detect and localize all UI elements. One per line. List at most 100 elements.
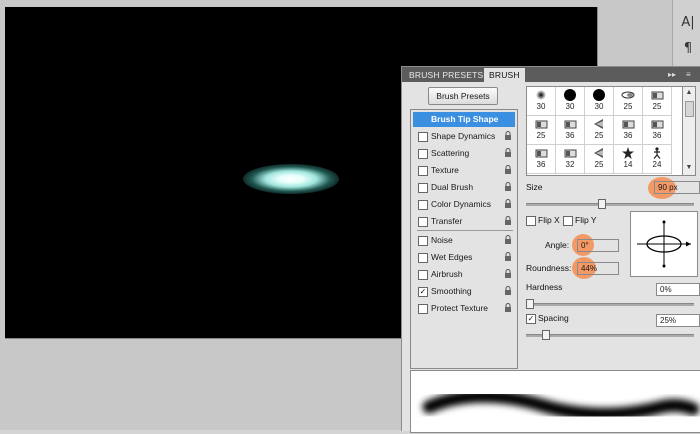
option-scattering[interactable]: Scattering [413,146,515,161]
option-protect-texture[interactable]: Protect Texture [413,301,515,316]
scroll-thumb[interactable] [685,101,694,117]
stroke-preview-graphic [411,371,700,432]
brush-panel: BRUSH PRESETS BRUSH ▸▸ ≡ Brush Presets B… [401,66,700,431]
option-checkbox[interactable] [418,166,428,176]
bristle-icon [649,89,665,101]
brush-tip-cell[interactable]: 30 [585,87,614,116]
bristle-icon [562,147,578,159]
spacing-slider-track[interactable] [526,334,694,337]
brush-tip-cell[interactable]: 30 [556,87,585,116]
brush-tip-cell[interactable]: 24 [643,145,672,174]
brush-tip-cell[interactable]: 25 [585,116,614,145]
option-checkbox[interactable] [418,149,428,159]
brush-tip-cell[interactable]: 25 [585,145,614,174]
flip-x-checkbox[interactable] [526,216,536,226]
size-slider-thumb[interactable] [598,199,606,209]
brush-tip-cell[interactable]: 30 [527,87,556,116]
angle-field[interactable]: 0° [577,239,619,252]
paragraph-icon[interactable]: ¶ [679,40,697,58]
figure-icon [649,147,665,159]
option-noise[interactable]: Noise [413,233,515,248]
roundness-field[interactable]: 44% [577,262,619,275]
brush-tip-cell[interactable]: 25 [643,87,672,116]
scroll-up-icon[interactable]: ▲ [683,88,695,98]
brush-presets-button[interactable]: Brush Presets [428,87,498,105]
collapse-panel-icon[interactable]: ▸▸ [668,68,676,81]
lock-icon[interactable] [503,235,512,245]
option-checkbox[interactable] [418,217,428,227]
brush-angle-preview[interactable] [630,211,698,277]
hardness-slider-track[interactable] [526,303,694,306]
lock-icon[interactable] [503,131,512,141]
brush-tip-cell[interactable]: 36 [614,116,643,145]
option-airbrush[interactable]: Airbrush [413,267,515,282]
angle-label: Angle: [545,240,569,250]
tab-brush-presets[interactable]: BRUSH PRESETS [404,68,488,82]
option-checkbox[interactable] [418,236,428,246]
brush-size-label: 36 [614,131,642,140]
option-checkbox[interactable] [418,304,428,314]
brush-size-label: 14 [614,160,642,169]
option-checkbox[interactable] [418,132,428,142]
hardness-slider-thumb[interactable] [526,299,534,309]
bristle-icon [533,147,549,159]
brush-size-label: 30 [556,102,584,111]
lock-icon[interactable] [503,303,512,313]
bristle-icon [649,118,665,130]
option-texture[interactable]: Texture [413,163,515,178]
option-checkbox[interactable] [418,183,428,193]
hard-dot-lg-icon [562,89,578,101]
bristle-icon [533,118,549,130]
option-label: Smoothing [431,284,472,299]
size-slider-track[interactable] [526,203,694,206]
option-transfer[interactable]: Transfer [413,214,515,229]
character-icon[interactable]: A| [679,14,697,32]
lock-icon[interactable] [503,148,512,158]
tab-brush[interactable]: BRUSH [484,68,525,82]
hardness-field[interactable]: 0% [656,283,700,296]
option-dual-brush[interactable]: Dual Brush [413,180,515,195]
lock-icon[interactable] [503,199,512,209]
brush-tip-cell[interactable]: 25 [614,87,643,116]
size-field[interactable]: 90 px [654,181,700,194]
scroll-down-icon[interactable]: ▼ [683,163,695,173]
flip-y-checkbox[interactable] [563,216,573,226]
lock-icon[interactable] [503,216,512,226]
option-label: Shape Dynamics [431,129,495,144]
brush-size-label: 36 [556,131,584,140]
brush-tip-cell[interactable]: 36 [643,116,672,145]
angle-roundness-icon [631,212,697,276]
brush-size-label: 30 [585,102,613,111]
option-checkbox[interactable] [418,253,428,263]
option-shape-dynamics[interactable]: Shape Dynamics [413,129,515,144]
brush-tip-cell[interactable]: 25 [527,116,556,145]
fan-icon [591,118,607,130]
brush-tip-cell[interactable]: 36 [527,145,556,174]
option-checkbox[interactable] [418,270,428,280]
brush-tip-grid[interactable]: 303030252525362536363632251424 [526,86,686,176]
option-color-dynamics[interactable]: Color Dynamics [413,197,515,212]
brush-glow-stroke [243,164,339,194]
lock-icon[interactable] [503,269,512,279]
lock-icon[interactable] [503,165,512,175]
lock-icon[interactable] [503,252,512,262]
spacing-field[interactable]: 25% [656,314,700,327]
option-wet-edges[interactable]: Wet Edges [413,250,515,265]
spacing-checkbox[interactable]: ✓ [526,314,536,324]
hard-dot-lg-icon [591,89,607,101]
brush-tip-cell[interactable]: 14 [614,145,643,174]
brush-grid-scrollbar[interactable]: ▲ ▼ [682,86,696,176]
spacing-slider-thumb[interactable] [542,330,550,340]
hardness-label: Hardness [526,282,562,292]
option-checkbox[interactable]: ✓ [418,287,428,297]
option-checkbox[interactable] [418,200,428,210]
brush-tip-cell[interactable]: 36 [556,116,585,145]
ellipse-icon [620,89,636,101]
brush-tip-cell[interactable]: 32 [556,145,585,174]
option-brush-tip-shape[interactable]: Brush Tip Shape [413,112,515,127]
lock-icon[interactable] [503,182,512,192]
panel-menu-icon[interactable]: ≡ [686,68,691,81]
lock-icon[interactable] [503,286,512,296]
option-smoothing[interactable]: ✓Smoothing [413,284,515,299]
brush-size-label: 30 [527,102,555,111]
